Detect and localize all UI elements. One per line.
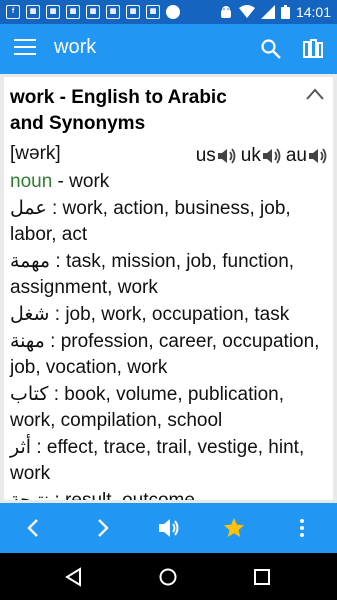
- f-icon: f: [6, 5, 20, 19]
- arabic-word[interactable]: شغل: [10, 303, 49, 325]
- arabic-word[interactable]: نتيجة: [10, 489, 49, 500]
- sense-item: نتيجة : result, outcome,: [10, 487, 328, 500]
- arabic-word[interactable]: عمل: [10, 197, 47, 219]
- part-of-speech: noun: [10, 171, 53, 192]
- circle-icon: [166, 5, 180, 19]
- synonyms: : profession, career, occupation, job, v…: [10, 331, 320, 378]
- audio-uk-button[interactable]: uk: [241, 145, 282, 167]
- pronunciation-row: [wərk] us uk au: [10, 143, 328, 169]
- arabic-word[interactable]: مهنة: [10, 330, 45, 352]
- news-icon: ▦: [66, 5, 80, 19]
- speaker-icon: [262, 148, 281, 164]
- clock: 14:01: [295, 4, 331, 20]
- star-icon[interactable]: [222, 516, 246, 540]
- sense-item: كتاب : book, volume, publication, work, …: [10, 381, 328, 434]
- home-icon[interactable]: [158, 567, 178, 587]
- sense-item: عمل : work, action, business, job, labor…: [10, 195, 328, 248]
- menu-icon[interactable]: [14, 39, 36, 59]
- news-icon: ▦: [86, 5, 100, 19]
- synonyms: : result, outcome,: [49, 490, 200, 500]
- ipa-text: [wərk]: [10, 143, 61, 164]
- part-of-speech-line: noun - work: [10, 169, 328, 195]
- audio-uk-label: uk: [240, 145, 261, 166]
- entry-body: noun - work عمل : work, action, business…: [10, 169, 328, 500]
- chevron-right-icon[interactable]: [90, 516, 114, 540]
- synonyms: : work, action, business, job, labor, ac…: [10, 198, 291, 245]
- news-icon: ▦: [26, 5, 40, 19]
- app-bar: work: [0, 24, 337, 74]
- news-icon: ▦: [46, 5, 60, 19]
- back-icon[interactable]: [64, 567, 84, 587]
- sense-item: شغل : job, work, occupation, task: [10, 301, 328, 328]
- dictionary-entry-card: work - English to Arabic and Synonyms [w…: [4, 77, 333, 500]
- audio-us-button[interactable]: us: [196, 145, 237, 167]
- synonyms: : effect, trace, trail, vestige, hint, w…: [10, 437, 305, 484]
- speaker-icon: [217, 148, 236, 164]
- entry-heading-line1: work - English to Arabic: [10, 87, 227, 108]
- more-vert-icon[interactable]: [290, 516, 314, 540]
- arabic-word[interactable]: مهمة: [10, 250, 50, 272]
- battery-icon: [280, 5, 290, 19]
- audio-us-label: us: [195, 145, 216, 166]
- signal-icon: [260, 5, 275, 19]
- library-icon[interactable]: [301, 37, 325, 61]
- headword: - work: [52, 171, 110, 192]
- audio-au-label: au: [285, 145, 307, 166]
- android-icon: [220, 6, 231, 18]
- news-icon: ▦: [106, 5, 120, 19]
- notification-icons: f ▦ ▦ ▦ ▦ ▦ ▦ ▦: [6, 5, 180, 19]
- entry-heading: work - English to Arabic and Synonyms: [10, 85, 300, 137]
- recents-icon[interactable]: [252, 567, 272, 587]
- arabic-word[interactable]: كتاب: [10, 383, 48, 405]
- status-bar: f ▦ ▦ ▦ ▦ ▦ ▦ ▦ 14:01: [0, 0, 337, 24]
- sense-item: مهنة : profession, career, occupation, j…: [10, 328, 328, 381]
- system-icons: 14:01: [219, 4, 331, 20]
- sense-item: أثر : effect, trace, trail, vestige, hin…: [10, 434, 328, 487]
- bottom-toolbar: [0, 503, 337, 553]
- audio-buttons: us uk au: [196, 145, 328, 167]
- arabic-word[interactable]: أثر: [10, 436, 31, 458]
- search-query-title[interactable]: work: [54, 36, 96, 59]
- chevron-left-icon[interactable]: [22, 516, 46, 540]
- synonyms: : job, work, occupation, task: [49, 304, 290, 325]
- news-icon: ▦: [126, 5, 140, 19]
- news-icon: ▦: [146, 5, 160, 19]
- speaker-icon: [309, 148, 327, 164]
- system-nav-bar: [0, 553, 337, 600]
- audio-au-button[interactable]: au: [286, 145, 328, 167]
- speaker-icon[interactable]: [157, 516, 181, 540]
- wifi-icon: [238, 5, 255, 18]
- sense-item: مهمة : task, mission, job, function, ass…: [10, 248, 328, 301]
- chevron-up-icon[interactable]: [305, 87, 325, 101]
- synonyms: : task, mission, job, function, assignme…: [10, 251, 295, 298]
- synonyms: : book, volume, publication, work, compi…: [10, 384, 284, 431]
- search-icon[interactable]: [259, 37, 283, 61]
- entry-heading-line2: and Synonyms: [10, 113, 146, 134]
